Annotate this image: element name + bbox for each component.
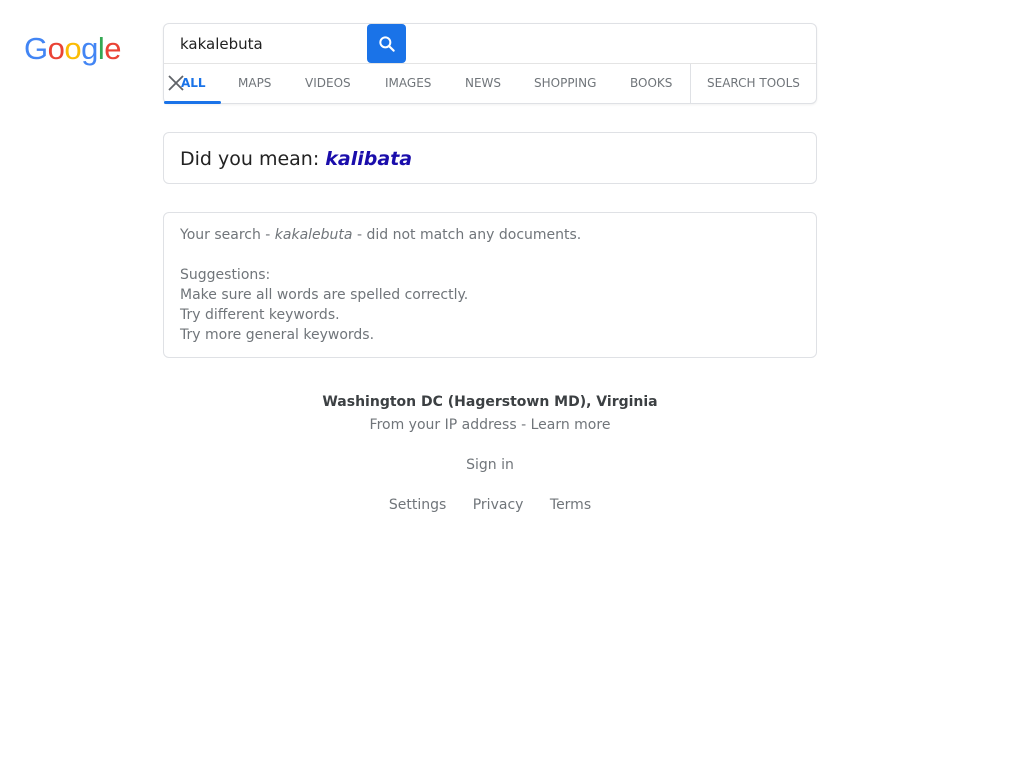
tab-divider [690,64,691,103]
learn-more-link[interactable]: Learn more [531,417,611,433]
tab-news[interactable]: NEWS [465,64,501,103]
search-button[interactable] [367,24,406,63]
logo-letter: G [24,31,48,66]
ip-address-text: From your IP address [369,417,517,433]
tab-shopping[interactable]: SHOPPING [534,64,596,103]
ip-address-line: From your IP address - Learn more [0,417,980,433]
ip-separator: - [516,417,531,433]
spelling-suggestion-link[interactable]: kalibata [325,148,412,170]
no-match-query: kakalebuta [274,227,353,243]
suggestion-item: Make sure all words are spelled correctl… [180,287,469,303]
close-icon[interactable] [167,74,185,92]
suggestion-item: Try more general keywords. [180,327,375,343]
search-box: ALL MAPS VIDEOS IMAGES NEWS SHOPPING BOO… [163,23,817,104]
active-tab-indicator [164,101,221,104]
suggestions-title: Suggestions: [180,267,271,283]
logo-letter: g [81,31,98,66]
tab-maps[interactable]: MAPS [238,64,271,103]
logo-letter: o [64,31,82,66]
search-row [164,24,816,64]
privacy-link[interactable]: Privacy [473,497,524,513]
terms-link[interactable]: Terms [550,497,591,513]
footer-links: Settings Privacy Terms [0,497,980,513]
logo-letter: o [47,31,65,66]
google-logo[interactable]: Google [24,31,122,67]
logo-letter: e [104,31,122,66]
sign-in-link[interactable]: Sign in [466,457,514,473]
tab-images[interactable]: IMAGES [385,64,431,103]
did-you-mean-label: Did you mean: [180,148,320,170]
did-you-mean-card: Did you mean: kalibata [163,132,817,184]
tab-videos[interactable]: VIDEOS [305,64,351,103]
no-results-card: Your search - kakalebuta - did not match… [163,212,817,358]
search-icon [378,35,395,52]
tab-search-tools[interactable]: SEARCH TOOLS [707,64,800,103]
suggestion-item: Try different keywords. [180,307,340,323]
location-text: Washington DC (Hagerstown MD), Virginia [322,394,658,410]
search-input[interactable] [164,24,367,63]
tab-books[interactable]: BOOKS [630,64,672,103]
search-tabs: ALL MAPS VIDEOS IMAGES NEWS SHOPPING BOO… [164,64,816,104]
settings-link[interactable]: Settings [389,497,446,513]
no-match-after: - did not match any documents. [352,227,582,243]
no-match-before: Your search - [180,227,275,243]
no-match-message: Your search - kakalebuta - did not match… [180,225,800,245]
